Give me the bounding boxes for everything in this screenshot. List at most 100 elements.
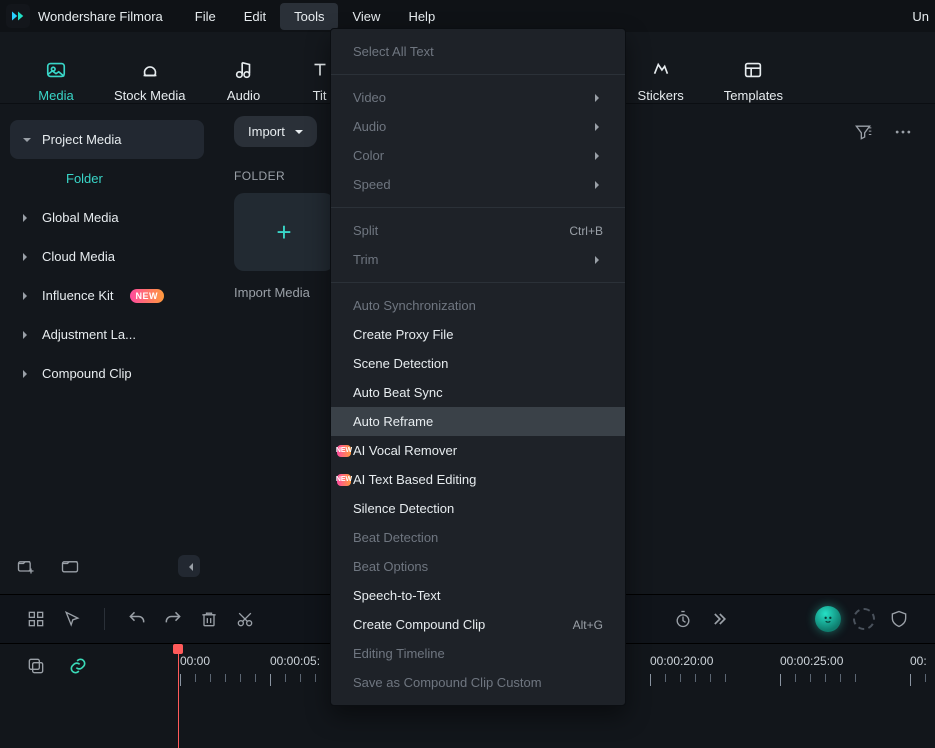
menu-item-label: Create Proxy File — [353, 327, 453, 342]
app-name: Wondershare Filmora — [38, 9, 163, 24]
menu-item-label: AI Vocal Remover — [353, 443, 457, 458]
sidebar-item-cloud-media[interactable]: Cloud Media — [10, 237, 204, 276]
chevron-right-icon — [595, 90, 603, 105]
menu-item-beat-detection: Beat Detection — [331, 523, 625, 552]
tab-label: Audio — [227, 88, 260, 103]
tab-stock[interactable]: Stock Media — [114, 58, 186, 103]
menu-item-label: Auto Beat Sync — [353, 385, 443, 400]
menu-item-ai-vocal-remover[interactable]: NEWAI Vocal Remover — [331, 436, 625, 465]
menu-item-select-all-text: Select All Text — [331, 37, 625, 66]
assistant-avatar-icon[interactable] — [815, 606, 841, 632]
app-brand: Wondershare Filmora — [6, 4, 163, 28]
menu-item-auto-reframe[interactable]: Auto Reframe — [331, 407, 625, 436]
sidebar-item-compound-clip[interactable]: Compound Clip — [10, 354, 204, 393]
sidebar-item-adjustment-la-[interactable]: Adjustment La... — [10, 315, 204, 354]
sidebar-item-influence-kit[interactable]: Influence KitNEW — [10, 276, 204, 315]
playhead[interactable] — [178, 648, 179, 748]
menu-item-shortcut: Ctrl+B — [569, 224, 603, 238]
tab-templates[interactable]: Templates — [724, 58, 783, 103]
menu-separator — [331, 74, 625, 75]
time-label: 00: — [910, 654, 927, 668]
menu-item-auto-synchronization: Auto Synchronization — [331, 291, 625, 320]
menu-item-label: Video — [353, 90, 386, 105]
skip-icon[interactable] — [707, 607, 731, 631]
sidebar-item-label: Cloud Media — [42, 249, 115, 264]
menu-item-video: Video — [331, 83, 625, 112]
time-label: 00:00:25:00 — [780, 654, 843, 668]
menu-item-label: Speech-to-Text — [353, 588, 440, 603]
sidebar-item-global-media[interactable]: Global Media — [10, 198, 204, 237]
app-logo — [6, 4, 30, 28]
menu-item-create-proxy-file[interactable]: Create Proxy File — [331, 320, 625, 349]
tab-media[interactable]: Media — [38, 58, 74, 103]
chevron-right-icon — [595, 177, 603, 192]
menu-item-auto-beat-sync[interactable]: Auto Beat Sync — [331, 378, 625, 407]
menu-item-save-as-compound-clip-custom: Save as Compound Clip Custom — [331, 668, 625, 697]
more-icon[interactable] — [891, 120, 915, 144]
timeline-duplicate-icon[interactable] — [24, 654, 48, 678]
menu-item-label: Split — [353, 223, 378, 238]
menu-separator — [331, 282, 625, 283]
sidebar-item-folder[interactable]: Folder — [10, 159, 204, 198]
new-folder-icon[interactable] — [14, 554, 38, 578]
menu-separator — [331, 207, 625, 208]
cut-icon[interactable] — [233, 607, 257, 631]
menu-item-beat-options: Beat Options — [331, 552, 625, 581]
record-placeholder-icon[interactable] — [853, 608, 875, 630]
menu-tools[interactable]: Tools — [280, 3, 338, 30]
new-badge: NEW — [337, 474, 351, 486]
cursor-icon[interactable] — [60, 607, 84, 631]
tab-audio[interactable]: Audio — [226, 58, 262, 103]
tab-label: Stock Media — [114, 88, 186, 103]
sidebar-footer — [10, 544, 204, 578]
stopwatch-icon[interactable] — [671, 607, 695, 631]
delete-icon[interactable] — [197, 607, 221, 631]
grid-icon[interactable] — [24, 607, 48, 631]
menu-item-label: Beat Detection — [353, 530, 438, 545]
menu-item-label: Select All Text — [353, 44, 434, 59]
menu-item-label: Editing Timeline — [353, 646, 445, 661]
menu-item-create-compound-clip[interactable]: Create Compound ClipAlt+G — [331, 610, 625, 639]
import-button[interactable]: Import — [234, 116, 317, 147]
import-media-tile[interactable]: + — [234, 193, 334, 271]
tab-label: Templates — [724, 88, 783, 103]
folder-icon[interactable] — [58, 554, 82, 578]
sidebar-item-project-media[interactable]: Project Media — [10, 120, 204, 159]
menu-edit[interactable]: Edit — [230, 3, 280, 30]
menu-item-color: Color — [331, 141, 625, 170]
menu-item-trim: Trim — [331, 245, 625, 274]
filter-icon[interactable] — [851, 120, 875, 144]
new-badge: NEW — [337, 445, 351, 457]
menu-item-editing-timeline: Editing Timeline — [331, 639, 625, 668]
tab-label: Stickers — [638, 88, 684, 103]
menu-item-label: Save as Compound Clip Custom — [353, 675, 542, 690]
menu-item-label: AI Text Based Editing — [353, 472, 476, 487]
link-icon[interactable] — [66, 654, 90, 678]
menu-help[interactable]: Help — [394, 3, 449, 30]
menu-file[interactable]: File — [181, 3, 230, 30]
menu-item-ai-text-based-editing[interactable]: NEWAI Text Based Editing — [331, 465, 625, 494]
menu-item-label: Audio — [353, 119, 386, 134]
templates-icon — [741, 58, 765, 82]
menu-item-audio: Audio — [331, 112, 625, 141]
sidebar-item-label: Adjustment La... — [42, 327, 136, 342]
collapse-sidebar-button[interactable] — [178, 555, 200, 577]
menu-view[interactable]: View — [338, 3, 394, 30]
menu-item-label: Speed — [353, 177, 391, 192]
sidebar: Project MediaFolderGlobal Media Cloud Med… — [0, 104, 214, 594]
menu-item-label: Color — [353, 148, 384, 163]
time-label: 00:00 — [180, 654, 210, 668]
redo-icon[interactable] — [161, 607, 185, 631]
time-label: 00:00:05: — [270, 654, 320, 668]
menu-item-silence-detection[interactable]: Silence Detection — [331, 494, 625, 523]
menu-item-scene-detection[interactable]: Scene Detection — [331, 349, 625, 378]
tab-stickers[interactable]: Stickers — [638, 58, 684, 103]
shield-icon[interactable] — [887, 607, 911, 631]
menu-item-speech-to-text[interactable]: Speech-to-Text — [331, 581, 625, 610]
undo-icon[interactable] — [125, 607, 149, 631]
new-badge: NEW — [130, 289, 165, 303]
menu-item-label: Silence Detection — [353, 501, 454, 516]
menu-item-label: Auto Reframe — [353, 414, 433, 429]
chevron-right-icon — [22, 366, 32, 381]
chevron-right-icon — [22, 327, 32, 342]
